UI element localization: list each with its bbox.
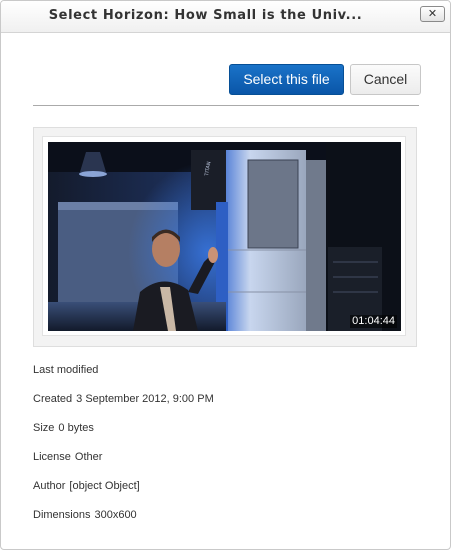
cancel-button[interactable]: Cancel <box>350 64 421 95</box>
dialog-title: Select Horizon: How Small is the Univ... <box>48 8 363 23</box>
detail-author: Author [object Object] <box>33 480 140 492</box>
detail-last-modified: Last modified <box>33 364 102 376</box>
select-this-file-button[interactable]: Select this file <box>229 64 344 95</box>
detail-value: Other <box>74 451 103 463</box>
close-button[interactable]: ✕ <box>420 6 445 22</box>
divider <box>33 105 419 106</box>
file-picker-dialog: Select Horizon: How Small is the Univ...… <box>0 0 451 550</box>
detail-value: 0 bytes <box>58 422 94 434</box>
file-preview: TITAN 01:04:44 <box>33 127 417 347</box>
thumbnail-image: TITAN <box>48 142 401 331</box>
video-thumbnail: TITAN 01:04:44 <box>48 142 401 331</box>
dialog-titlebar[interactable]: Select Horizon: How Small is the Univ...… <box>1 1 450 33</box>
preview-border: TITAN 01:04:44 <box>42 136 406 336</box>
detail-label: Dimensions <box>33 509 91 521</box>
detail-size: Size 0 bytes <box>33 422 94 434</box>
detail-label: Size <box>33 422 55 434</box>
detail-value: [object Object] <box>69 480 140 492</box>
detail-label: Created <box>33 393 73 405</box>
detail-value: 3 September 2012, 9:00 PM <box>76 393 214 405</box>
detail-label: License <box>33 451 71 463</box>
close-icon: ✕ <box>427 7 438 20</box>
detail-license: License Other <box>33 451 102 463</box>
detail-dimensions: Dimensions 300x600 <box>33 509 137 521</box>
detail-created: Created 3 September 2012, 9:00 PM <box>33 393 214 405</box>
detail-label: Author <box>33 480 66 492</box>
detail-value: 300x600 <box>94 509 137 521</box>
video-duration: 01:04:44 <box>350 315 397 328</box>
detail-label: Last modified <box>33 364 99 376</box>
